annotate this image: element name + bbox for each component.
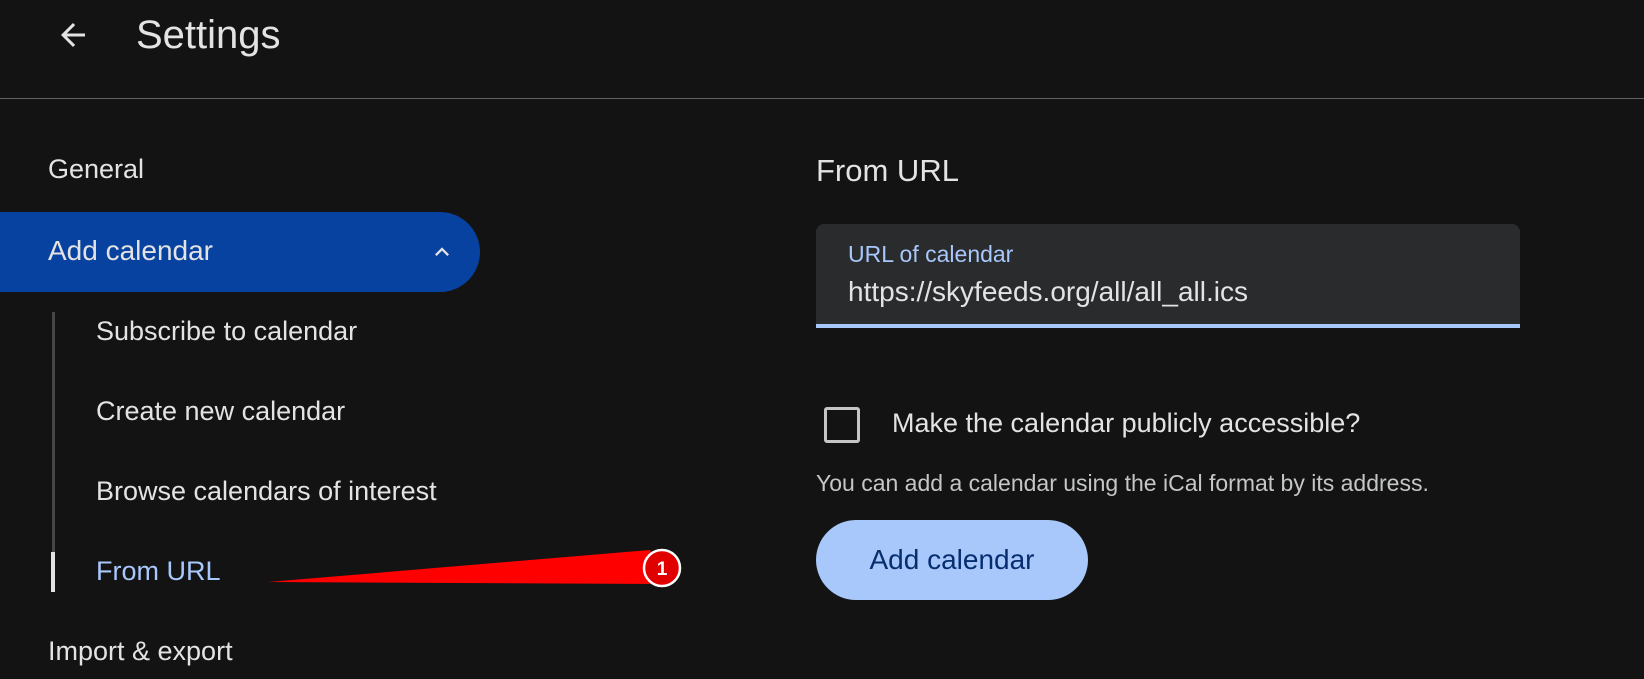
page-title: Settings [136,13,281,57]
public-access-checkbox[interactable] [824,407,860,443]
sidebar-item-import-export[interactable]: Import & export [48,634,233,668]
annotation-arrow [268,550,665,584]
sidebar-item-add-calendar[interactable]: Add calendar [0,212,480,292]
sidebar-item-create-new-calendar[interactable]: Create new calendar [96,394,345,428]
submenu-rail [52,312,55,592]
sidebar-item-subscribe-to-calendar[interactable]: Subscribe to calendar [96,314,357,348]
sidebar-item-general[interactable]: General [48,152,144,186]
helper-text: You can add a calendar using the iCal fo… [816,470,1429,496]
arrow-left-icon [61,23,85,47]
top-app-bar: Settings [0,0,1644,99]
sidebar-item-from-url[interactable]: From URL [96,554,221,588]
back-button[interactable] [50,12,96,58]
annotation-badge-number: 1 [657,559,668,580]
sidebar-item-label: Add calendar [48,235,214,266]
annotation-badge [642,548,682,588]
url-input[interactable] [848,272,1488,312]
submenu-active-indicator [51,552,55,592]
public-access-label: Make the calendar publicly accessible? [892,408,1361,438]
url-field-label: URL of calendar [848,241,1014,267]
sidebar-item-browse-calendars[interactable]: Browse calendars of interest [96,474,437,508]
chevron-up-icon [435,247,449,256]
url-field[interactable]: URL of calendar [816,224,1520,328]
add-calendar-button[interactable]: Add calendar [816,520,1088,600]
section-title: From URL [816,153,959,188]
